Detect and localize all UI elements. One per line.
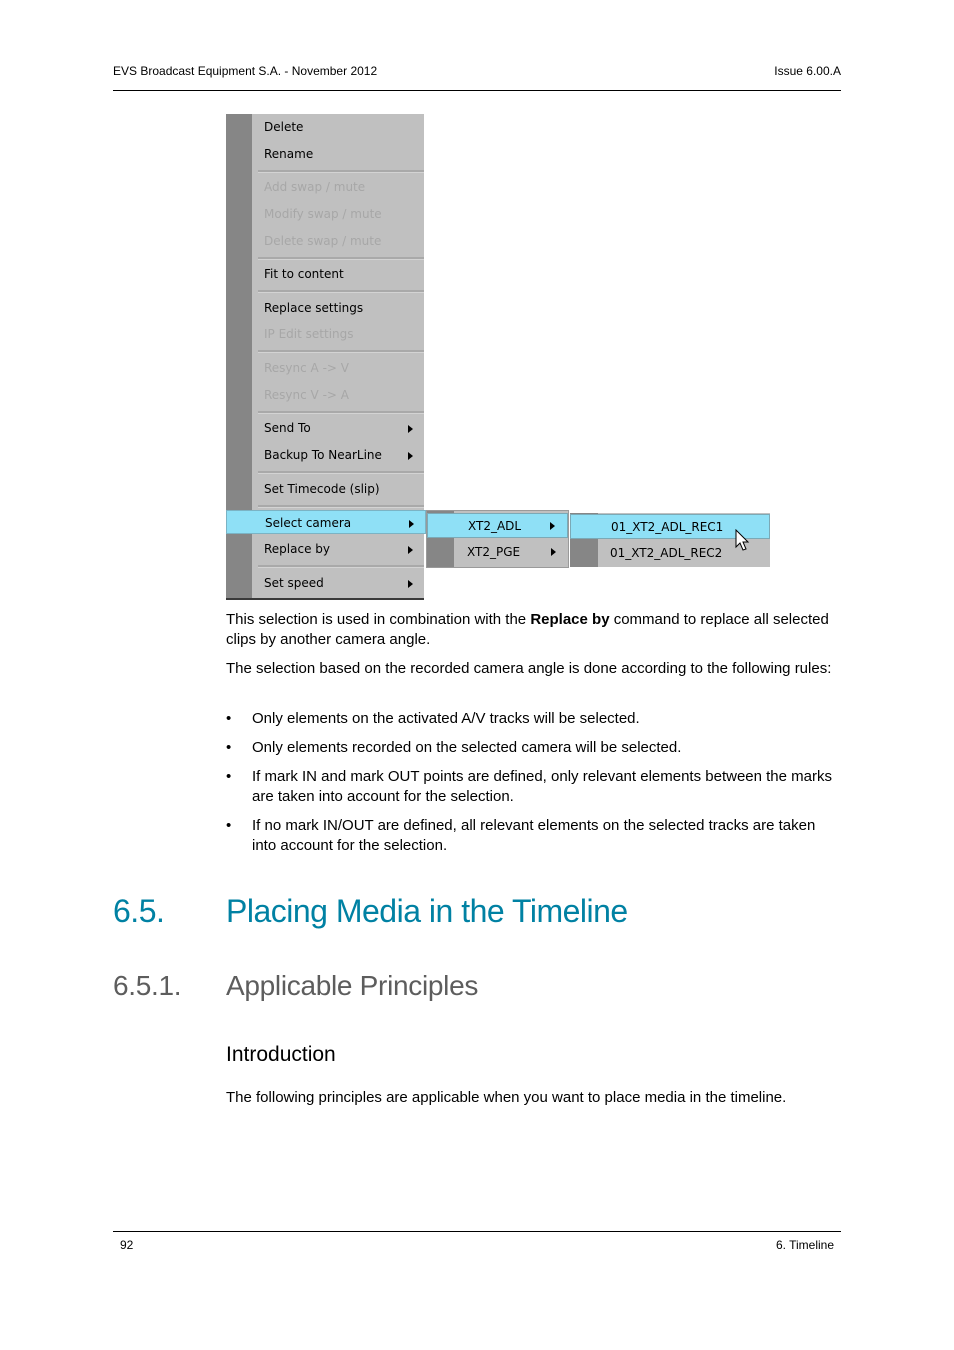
menu-item-replace-by[interactable]: Replace by bbox=[226, 537, 424, 561]
list-item-text: Only elements on the activated A/V track… bbox=[252, 710, 640, 727]
page-header: EVS Broadcast Equipment S.A. - November … bbox=[113, 64, 841, 78]
menu-item-label: Fit to content bbox=[264, 267, 344, 281]
bold-term: Replace by bbox=[530, 611, 610, 628]
menu-item-resync-a-v: Resync A -> V bbox=[226, 356, 424, 380]
menu-item-delete-swap-mute: Delete swap / mute bbox=[226, 229, 424, 253]
server-submenu: XT2_ADL XT2_PGE bbox=[426, 510, 569, 568]
paragraph-replace-by: This selection is used in combination wi… bbox=[226, 610, 838, 650]
page-footer: 92 6. Timeline bbox=[113, 1238, 841, 1252]
header-publisher: EVS Broadcast Equipment S.A. - November … bbox=[113, 64, 378, 78]
submenu-arrow-icon bbox=[408, 580, 413, 588]
menu-item-fit-to-content[interactable]: Fit to content bbox=[226, 262, 424, 286]
menu-separator bbox=[258, 290, 424, 293]
menu-item-resync-v-a: Resync V -> A bbox=[226, 383, 424, 407]
menu-item-send-to[interactable]: Send To bbox=[226, 416, 424, 440]
submenu-item-xt2-pge[interactable]: XT2_PGE bbox=[427, 540, 568, 565]
menu-item-set-timecode[interactable]: Set Timecode (slip) bbox=[226, 477, 424, 501]
list-item: • Only elements recorded on the selected… bbox=[226, 738, 838, 758]
page-number: 92 bbox=[120, 1238, 134, 1252]
paragraph-rules: The selection based on the recorded came… bbox=[226, 659, 838, 679]
section-number: 6.5. bbox=[113, 893, 165, 929]
submenu-arrow-icon bbox=[550, 522, 555, 530]
menu-separator bbox=[258, 350, 424, 353]
menu-separator bbox=[258, 565, 424, 568]
intro-paragraph: The following principles are applicable … bbox=[226, 1088, 838, 1108]
bullet-icon: • bbox=[226, 710, 232, 727]
subsection-number: 6.5.1. bbox=[113, 970, 182, 1001]
menu-separator bbox=[258, 257, 424, 260]
list-item: • If no mark IN/OUT are defined, all rel… bbox=[226, 816, 838, 856]
list-item-text: If mark IN and mark OUT points are defin… bbox=[252, 768, 832, 805]
mouse-cursor-icon bbox=[735, 529, 750, 551]
menu-item-label: Modify swap / mute bbox=[264, 207, 382, 221]
submenu-arrow-icon bbox=[408, 425, 413, 433]
menu-item-label: IP Edit settings bbox=[264, 327, 354, 341]
menu-item-label: Select camera bbox=[265, 516, 352, 530]
menu-separator bbox=[258, 505, 424, 508]
submenu-arrow-icon bbox=[408, 546, 413, 554]
section-title: Placing Media in the Timeline bbox=[226, 893, 628, 929]
bullet-icon: • bbox=[226, 817, 232, 834]
submenu-arrow-icon bbox=[408, 452, 413, 460]
submenu-arrow-icon bbox=[551, 548, 556, 556]
subsection-title: Applicable Principles bbox=[226, 970, 479, 1001]
menu-item-label: Replace by bbox=[264, 542, 330, 556]
menu-item-delete[interactable]: Delete bbox=[226, 115, 424, 139]
menu-item-label: 01_XT2_ADL_REC2 bbox=[610, 546, 723, 560]
menu-item-label: XT2_ADL bbox=[468, 519, 522, 533]
section-heading: 6.5. Placing Media in the Timeline bbox=[113, 893, 628, 930]
menu-item-label: Resync V -> A bbox=[264, 388, 349, 402]
menu-item-rename[interactable]: Rename bbox=[226, 142, 424, 166]
menu-separator bbox=[258, 471, 424, 474]
menu-item-replace-settings[interactable]: Replace settings bbox=[226, 296, 424, 320]
menu-item-label: 01_XT2_ADL_REC1 bbox=[611, 520, 724, 534]
menu-item-label: Resync A -> V bbox=[264, 361, 349, 375]
menu-item-label: Delete bbox=[264, 120, 304, 134]
list-item: • Only elements on the activated A/V tra… bbox=[226, 709, 838, 729]
menu-item-set-speed[interactable]: Set speed bbox=[226, 571, 424, 595]
menu-separator bbox=[258, 170, 424, 173]
menu-item-modify-swap-mute: Modify swap / mute bbox=[226, 202, 424, 226]
menu-item-select-camera[interactable]: Select camera bbox=[226, 510, 426, 534]
menu-item-label: Set speed bbox=[264, 576, 324, 590]
bullet-icon: • bbox=[226, 739, 232, 756]
text: The following principles are applicable … bbox=[226, 1089, 787, 1106]
menu-item-ip-edit-settings: IP Edit settings bbox=[226, 322, 424, 346]
menu-item-label: XT2_PGE bbox=[467, 545, 521, 559]
chapter-name: 6. Timeline bbox=[775, 1238, 834, 1252]
menu-item-label: Send To bbox=[264, 421, 311, 435]
menu-item-add-swap-mute: Add swap / mute bbox=[226, 175, 424, 199]
list-item-text: Only elements recorded on the selected c… bbox=[252, 739, 682, 756]
menu-item-label: Delete swap / mute bbox=[264, 234, 382, 248]
menu-separator bbox=[258, 411, 424, 414]
intro-heading: Introduction bbox=[226, 1043, 336, 1066]
text: The selection based on the recorded came… bbox=[226, 660, 832, 677]
menu-item-label: Set Timecode (slip) bbox=[264, 482, 380, 496]
footer-rule bbox=[113, 1231, 841, 1232]
header-issue: Issue 6.00.A bbox=[774, 64, 841, 78]
list-item: • If mark IN and mark OUT points are def… bbox=[226, 767, 838, 807]
subsection-heading: 6.5.1. Applicable Principles bbox=[113, 970, 478, 1002]
text: This selection is used in combination wi… bbox=[226, 611, 531, 628]
submenu-item-xt2-adl[interactable]: XT2_ADL bbox=[427, 513, 568, 538]
bullet-icon: • bbox=[226, 768, 232, 785]
menu-item-backup-to-nearline[interactable]: Backup To NearLine bbox=[226, 443, 424, 467]
context-menu: Delete Rename Add swap / mute Modify swa… bbox=[226, 114, 426, 600]
menu-item-label: Backup To NearLine bbox=[264, 448, 382, 462]
submenu-arrow-icon bbox=[409, 520, 414, 528]
menu-item-label: Replace settings bbox=[264, 301, 364, 315]
list-item-text: If no mark IN/OUT are defined, all relev… bbox=[252, 817, 816, 854]
header-rule bbox=[113, 90, 841, 91]
menu-item-label: Rename bbox=[264, 147, 314, 161]
menu-item-label: Add swap / mute bbox=[264, 180, 366, 194]
